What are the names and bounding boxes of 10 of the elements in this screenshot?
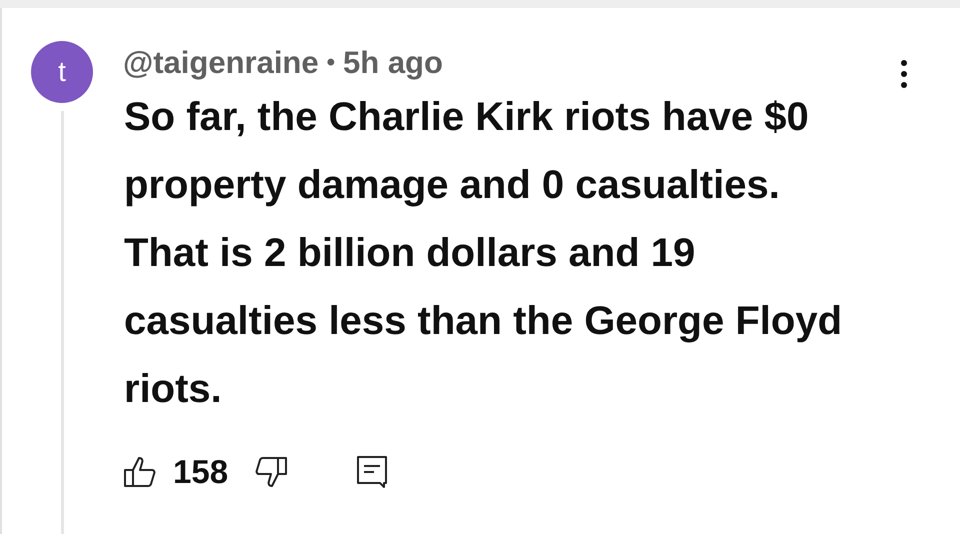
author-name[interactable]: @taigenraine: [123, 45, 319, 81]
timestamp: 5h ago: [343, 45, 443, 81]
avatar[interactable]: t: [31, 41, 93, 103]
like-count: 158: [173, 453, 228, 491]
comment-text: So far, the Charlie Kirk riots have $0 property damage and 0 casualties. That is 2 billion dollars and 19 casualties less than the George Floyd riots.: [124, 94, 844, 413]
separator-dot: •: [326, 49, 336, 77]
thumbs-up-icon[interactable]: [123, 456, 157, 488]
reply-icon[interactable]: [356, 455, 388, 489]
more-options-icon[interactable]: [900, 58, 908, 90]
thumbs-down-icon[interactable]: [254, 456, 288, 488]
